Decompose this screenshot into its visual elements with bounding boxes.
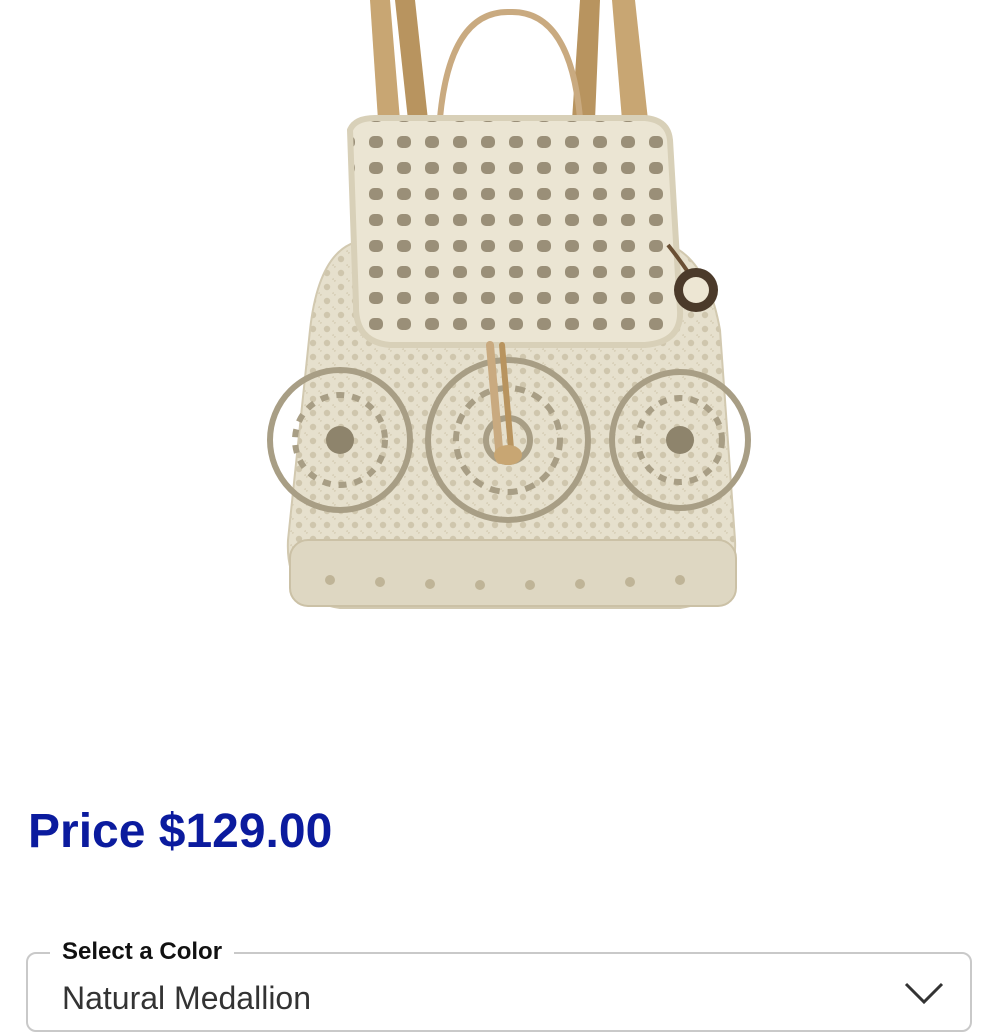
product-price: Price $129.00 [28, 805, 333, 858]
color-select-label: Select a Color [50, 934, 235, 970]
color-select[interactable]: Select a Color Natural Medallion [26, 934, 972, 1032]
chevron-down-icon [902, 978, 946, 1008]
color-select-value: Natural Medallion [62, 980, 312, 1016]
product-image[interactable] [250, 0, 770, 640]
